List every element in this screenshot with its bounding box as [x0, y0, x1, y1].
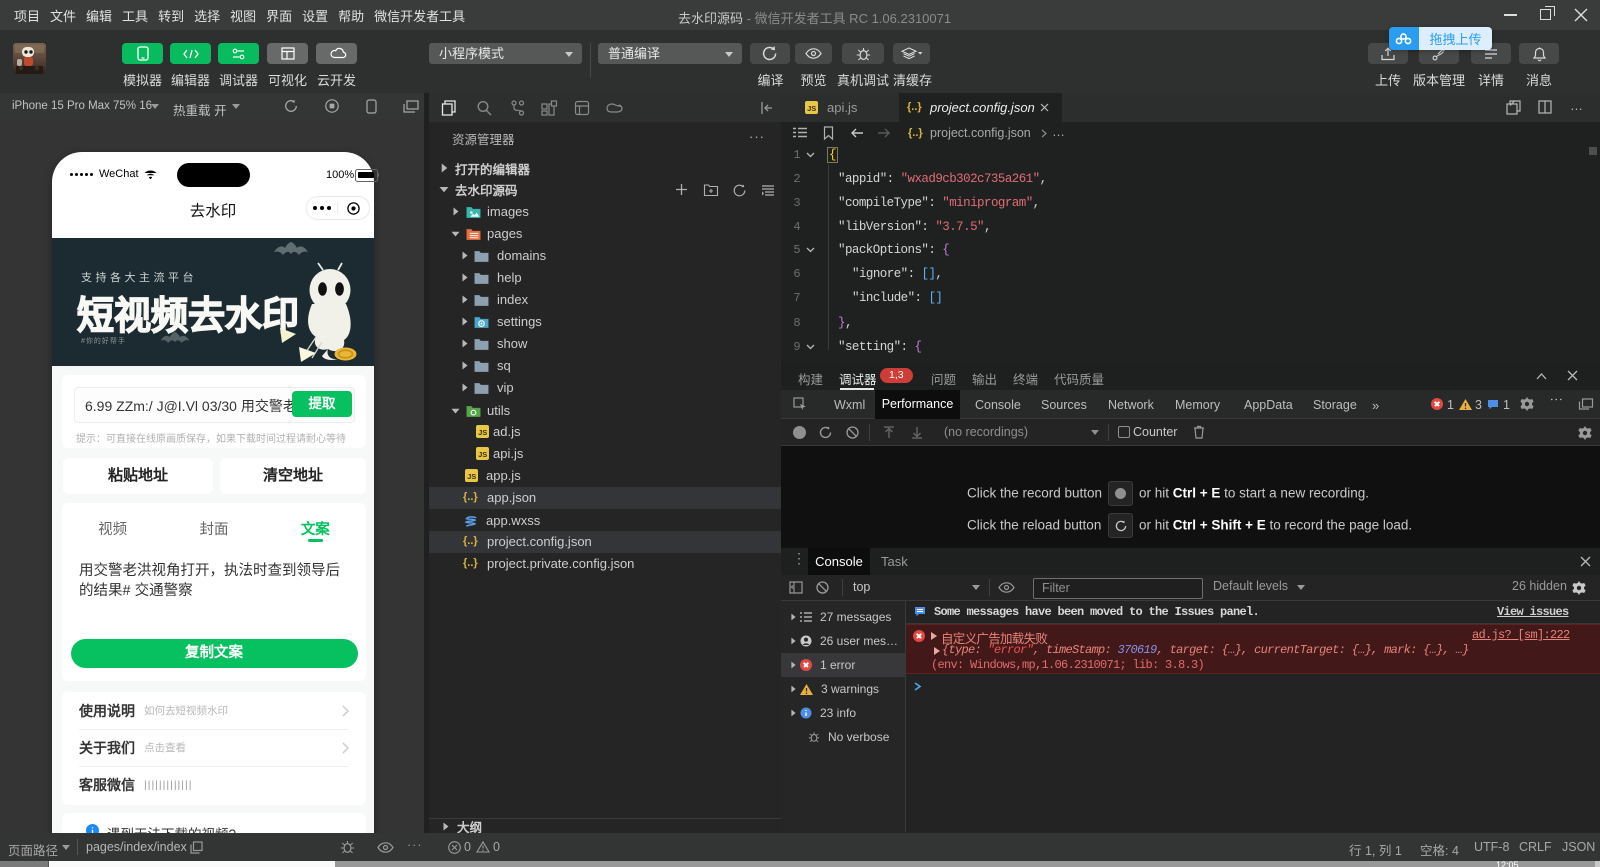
svg-text:JS: JS — [807, 104, 816, 113]
svg-text:JS: JS — [478, 450, 487, 459]
svg-text:JS: JS — [478, 428, 487, 437]
svg-text:JS: JS — [467, 472, 476, 481]
